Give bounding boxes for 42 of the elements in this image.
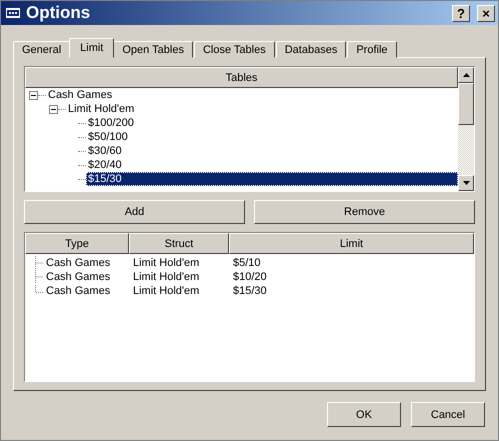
- table-cell: Cash Games: [46, 257, 110, 269]
- help-button[interactable]: ?: [452, 4, 470, 22]
- tab[interactable]: Open Tables: [113, 41, 193, 58]
- column-header[interactable]: Limit: [229, 233, 474, 254]
- tab[interactable]: Databases: [276, 41, 346, 58]
- tab[interactable]: Close Tables: [194, 41, 275, 58]
- tree-item[interactable]: $20/40: [86, 158, 124, 172]
- table-cell-text: Limit Hold'em: [132, 257, 200, 269]
- tab[interactable]: General: [13, 41, 70, 58]
- dialog-button[interactable]: Cancel: [411, 402, 485, 427]
- scrollbar[interactable]: [458, 67, 474, 191]
- tree-item[interactable]: $15/30: [86, 172, 458, 186]
- action-button[interactable]: Remove: [254, 200, 475, 224]
- scroll-down-button[interactable]: [458, 175, 474, 191]
- tree-item[interactable]: Cash Games: [46, 88, 114, 102]
- column-header[interactable]: Struct: [129, 233, 229, 254]
- column-header[interactable]: Type: [25, 233, 129, 254]
- table-cell-text: $15/30: [232, 285, 268, 297]
- dialog-button[interactable]: OK: [327, 402, 401, 427]
- table-cell: Cash Games: [46, 285, 110, 297]
- window-title: Options: [26, 3, 92, 23]
- collapse-icon[interactable]: [29, 90, 38, 100]
- window-icon: [6, 8, 20, 18]
- tab[interactable]: Limit: [69, 38, 114, 58]
- close-button[interactable]: ×: [477, 4, 495, 22]
- down-arrow-icon: [462, 181, 470, 185]
- table-cell: Cash Games: [46, 271, 110, 283]
- scroll-up-button[interactable]: [458, 67, 474, 83]
- table-cell-text: Limit Hold'em: [132, 285, 200, 297]
- up-arrow-icon: [462, 73, 470, 77]
- table-cell-text: $10/20: [232, 271, 268, 283]
- table-cell-text: Limit Hold'em: [132, 271, 200, 283]
- action-button[interactable]: Add: [24, 200, 245, 224]
- column-header[interactable]: Tables: [25, 67, 458, 88]
- scroll-thumb[interactable]: [458, 83, 474, 125]
- tree-item[interactable]: $30/60: [86, 144, 124, 158]
- tree-item[interactable]: $50/100: [86, 130, 130, 144]
- tree-item[interactable]: Limit Hold'em: [66, 102, 136, 116]
- tree-item[interactable]: $100/200: [86, 116, 136, 130]
- collapse-icon[interactable]: [49, 104, 58, 114]
- table-cell-text: $5/10: [232, 257, 262, 269]
- tab[interactable]: Profile: [347, 41, 397, 58]
